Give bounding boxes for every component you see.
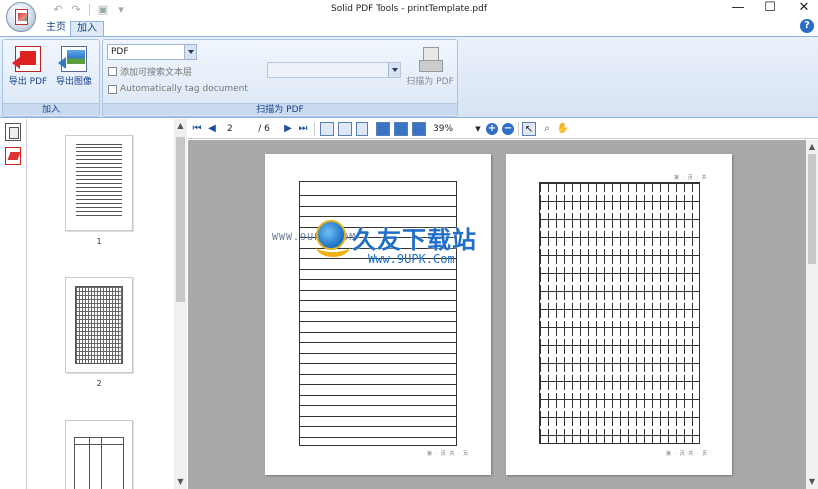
export-image-label: 导出图像 [55,77,92,87]
ribbon-group-scan: PDF 添加可搜索文本层 Automatically tag document … [102,39,458,117]
zoom-tool-icon[interactable]: ⌕ [540,122,554,136]
scroll-up-icon[interactable]: ▲ [174,119,187,133]
pages-panel-icon[interactable] [5,123,21,141]
window-title: Solid PDF Tools - printTemplate.pdf [331,4,487,14]
export-image-icon [58,46,87,72]
searchable-text-label: 添加可搜索文本层 [120,68,193,78]
application-menu-button[interactable] [6,2,36,32]
chevron-down-icon [184,45,196,59]
next-page-icon[interactable]: ▶ [282,122,294,136]
page-header: 第 · 页 · 共 [674,175,708,181]
fit-width-icon[interactable] [394,122,408,136]
thumbnail-lines [76,144,122,216]
zoom-out-icon[interactable]: − [502,123,514,135]
fit-height-icon[interactable] [412,122,426,136]
select-tool-icon[interactable]: ↖ [522,122,536,136]
page-footer: 第 · 页 共 · 页 [427,451,470,457]
export-pdf-button[interactable]: 导出 PDF [7,46,49,92]
watermark-logo-icon [316,220,350,257]
scroll-down-icon[interactable]: ▼ [174,475,187,489]
export-pdf-icon [12,46,41,72]
auto-tag-checkbox[interactable]: Automatically tag document [108,84,248,94]
single-page-view-icon[interactable] [320,122,334,136]
scan-to-pdf-button[interactable]: 扫描为 PDF [405,46,455,92]
toolbar-separator [518,122,519,136]
chevron-down-icon [388,63,400,77]
thumbnail-number: 2 [96,379,102,388]
zoom-in-icon[interactable]: + [486,123,498,135]
fit-page-icon[interactable] [376,122,390,136]
minimize-button[interactable]: — [720,0,756,18]
continuous-view-icon[interactable] [356,122,368,136]
zoom-value: 39% [433,124,454,134]
close-button[interactable]: ✕ [786,0,818,18]
watermark: WWW.9UPK.COM 久友下载站 Www.9UPK.Com [272,218,492,274]
document-viewer[interactable]: 第 · 页 共 · 页 第 · 页 · 共 第 · 页 共 · 页 ▲ ▼ [188,140,818,489]
thumbnail-scrollbar[interactable]: ▲ ▼ [174,119,187,489]
zoom-dropdown-icon[interactable]: ▼ [474,122,482,136]
previous-page-icon[interactable]: ◀ [206,122,218,136]
export-image-button[interactable]: 导出图像 [53,46,95,92]
tab-add[interactable]: 加入 [70,21,104,37]
scan-format-value: PDF [111,47,129,57]
page-footer: 第 · 页 共 · 页 [666,451,709,457]
scan-format-select[interactable]: PDF [107,44,197,60]
last-page-icon[interactable]: ⏭ [296,122,310,136]
zoom-select[interactable]: 39% [430,122,476,136]
thumbnail-page-2[interactable] [65,277,133,373]
ribbon-group-scan-label: 扫描为 PDF [103,103,457,115]
thumbnail-page-1[interactable] [65,135,133,231]
auto-tag-label: Automatically tag document [120,84,248,94]
watermark-brand: 久友下载站 [352,226,477,254]
viewer-scroll-handle[interactable] [808,154,816,264]
export-pdf-label: 导出 PDF [8,77,48,87]
ribbon-tab-bar: 主页 加入 [0,19,818,37]
document-page-3: 第 · 页 · 共 第 · 页 共 · 页 [506,154,732,475]
help-icon[interactable]: ? [800,19,814,33]
thumbnail-page-3[interactable] [65,420,133,489]
scanner-select[interactable] [267,62,401,78]
scroll-up-icon[interactable]: ▲ [806,140,818,154]
scanner-icon [417,46,443,72]
ribbon-panel: 导出 PDF 导出图像 加入 PDF 添加可搜索文本层 Automaticall… [0,36,818,118]
thumbnail-grid [75,286,123,364]
document-page-2: 第 · 页 共 · 页 [265,154,491,475]
tab-home[interactable]: 主页 [40,21,72,37]
thumbnail-number: 1 [96,237,102,246]
searchable-text-checkbox[interactable]: 添加可搜索文本层 [108,65,192,78]
thumbnail-table [74,437,124,489]
thumbnail-scroll-handle[interactable] [176,137,185,302]
scroll-down-icon[interactable]: ▼ [806,475,818,489]
maximize-button[interactable]: ☐ [752,0,788,18]
ribbon-group-add-label: 加入 [3,103,99,115]
annotations-panel-icon[interactable] [5,147,21,165]
hand-tool-icon[interactable]: ✋ [556,122,570,136]
watermark-url: Www.9UPK.Com [368,252,455,266]
current-page-input[interactable]: 2 [224,122,248,136]
scan-to-pdf-label: 扫描为 PDF [406,77,454,87]
toolbar-separator [314,122,315,136]
checkbox-box [108,67,117,76]
viewer-toolbar: ⏮ ◀ 2 / 6 ▶ ⏭ 39% ▼ + − ↖ ⌕ ✋ [188,119,818,139]
checkbox-box [108,84,117,94]
grid-paper [539,182,700,444]
thumbnail-pane: 1 2 ▲ ▼ [28,119,187,489]
two-page-view-icon[interactable] [338,122,352,136]
solid-pdf-logo-icon [15,9,28,25]
total-pages-label: / 6 [258,124,270,134]
ribbon-group-add: 导出 PDF 导出图像 加入 [2,39,100,117]
viewer-scrollbar[interactable]: ▲ ▼ [806,140,818,489]
first-page-icon[interactable]: ⏮ [190,122,204,136]
side-panel-strip [0,119,27,489]
